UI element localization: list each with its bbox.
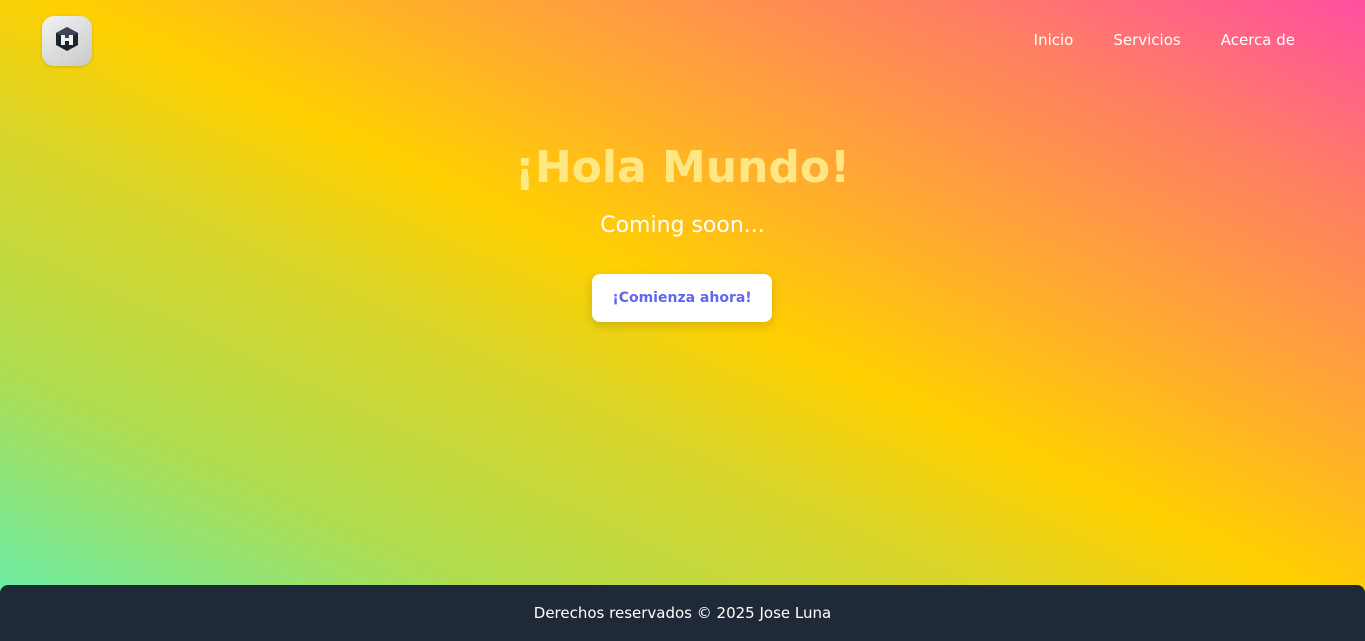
main-nav: Inicio Servicios Acerca de [1034,31,1295,49]
nav-item-inicio[interactable]: Inicio [1034,31,1074,49]
hero-subtitle: Coming soon... [600,213,765,238]
start-now-button[interactable]: ¡Comienza ahora! [592,274,772,322]
site-logo[interactable] [42,16,92,66]
nav-item-acerca-de[interactable]: Acerca de [1221,31,1295,49]
footer: Derechos reservados © 2025 Jose Luna [0,585,1365,641]
footer-copyright: Derechos reservados © 2025 Jose Luna [533,604,832,622]
hero-title: ¡Hola Mundo! [514,142,851,193]
cube-logo-icon [53,25,81,57]
nav-item-servicios[interactable]: Servicios [1113,31,1180,49]
